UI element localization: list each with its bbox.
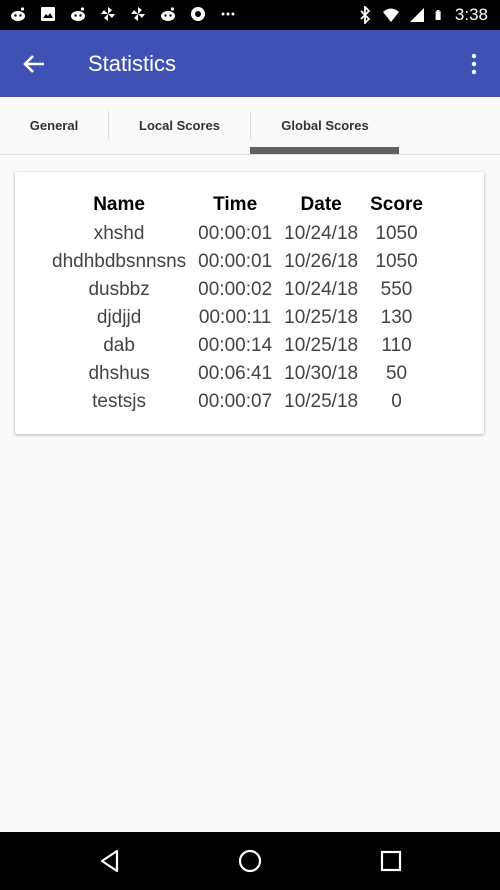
home-circle-icon[interactable]	[237, 848, 263, 874]
scores-table: Name Time Date Score xhshd 00:00:01 10/2…	[46, 190, 429, 416]
bluetooth-icon	[360, 6, 371, 24]
battery-icon	[435, 10, 441, 20]
cell-score: 0	[391, 391, 402, 412]
cell-score: 550	[380, 279, 413, 300]
table-header-row: Name Time Date Score	[46, 190, 429, 220]
image-icon	[41, 7, 55, 21]
navigation-bar	[0, 832, 500, 890]
cell-date: 10/25/18	[284, 391, 359, 412]
page-title: Statistics	[88, 51, 177, 76]
cell-time: 00:00:14	[198, 335, 273, 356]
cell-date: 10/24/18	[284, 223, 359, 244]
table-row: dhshus 00:06:41 10/30/18 50	[46, 360, 429, 388]
cell-date: 10/26/18	[284, 251, 359, 272]
back-arrow-icon[interactable]	[18, 50, 50, 78]
table-row: dhdhbdbsnnsns 00:00:01 10/26/18 1050	[46, 248, 429, 276]
signal-icon	[409, 8, 424, 22]
table-row: djdjjd 00:00:11 10/25/18 130	[46, 304, 429, 332]
cell-score: 1050	[375, 223, 418, 244]
recents-square-icon[interactable]	[378, 848, 404, 874]
cell-name: dusbbz	[88, 279, 150, 300]
cell-name: xhshd	[93, 223, 145, 244]
tab-local-scores[interactable]: Local Scores	[109, 97, 250, 154]
cell-time: 00:06:41	[198, 363, 273, 384]
cell-date: 10/30/18	[284, 363, 359, 384]
cell-name: testsjs	[92, 391, 147, 412]
cell-score: 110	[381, 335, 412, 356]
status-bar: 3:38	[0, 0, 500, 30]
cell-time: 00:00:01	[198, 251, 273, 272]
cell-score: 50	[385, 363, 408, 384]
cell-date: 10/25/18	[284, 335, 359, 356]
reddit-icon	[161, 7, 175, 21]
circle-icon	[191, 7, 205, 21]
tab-bar: General Local Scores Global Scores	[0, 97, 500, 155]
table-row: dusbbz 00:00:02 10/24/18 550	[46, 276, 429, 304]
app-bar: Statistics	[0, 30, 500, 97]
pinwheel-icon	[101, 7, 115, 21]
header-date: Date	[300, 194, 342, 215]
pinwheel-icon	[131, 7, 145, 21]
selected-tab-indicator	[250, 147, 399, 154]
header-score: Score	[370, 194, 423, 215]
scores-card: Name Time Date Score xhshd 00:00:01 10/2…	[15, 172, 484, 434]
status-time: 3:38	[454, 5, 488, 24]
header-time: Time	[213, 194, 258, 215]
system-icons: 3:38	[357, 5, 488, 25]
dots-icon	[221, 12, 235, 16]
cell-score: 1050	[375, 251, 418, 272]
cell-score: 130	[380, 307, 413, 328]
table-row: dab 00:00:14 10/25/18 110	[46, 332, 429, 360]
tab-general[interactable]: General	[0, 97, 108, 154]
reddit-icon	[11, 7, 25, 21]
reddit-icon	[71, 7, 85, 21]
header-name: Name	[93, 194, 145, 215]
more-options-icon[interactable]	[464, 52, 484, 76]
cell-time: 00:00:11	[198, 307, 272, 328]
tab-global-scores[interactable]: Global Scores	[251, 97, 399, 154]
cell-time: 00:00:01	[198, 223, 273, 244]
cell-date: 10/24/18	[284, 279, 359, 300]
cell-time: 00:00:07	[198, 391, 273, 412]
cell-name: djdjjd	[96, 307, 142, 328]
cell-date: 10/25/18	[284, 307, 359, 328]
notification-icons	[10, 6, 236, 22]
cell-time: 00:00:02	[198, 279, 273, 300]
cell-name: dhdhbdbsnnsns	[52, 251, 187, 272]
cell-name: dhshus	[88, 363, 150, 384]
cell-name: dab	[103, 335, 135, 356]
wifi-icon	[382, 8, 399, 22]
table-row: xhshd 00:00:01 10/24/18 1050	[46, 220, 429, 248]
back-triangle-icon[interactable]	[97, 848, 123, 874]
table-row: testsjs 00:00:07 10/25/18 0	[46, 388, 429, 416]
